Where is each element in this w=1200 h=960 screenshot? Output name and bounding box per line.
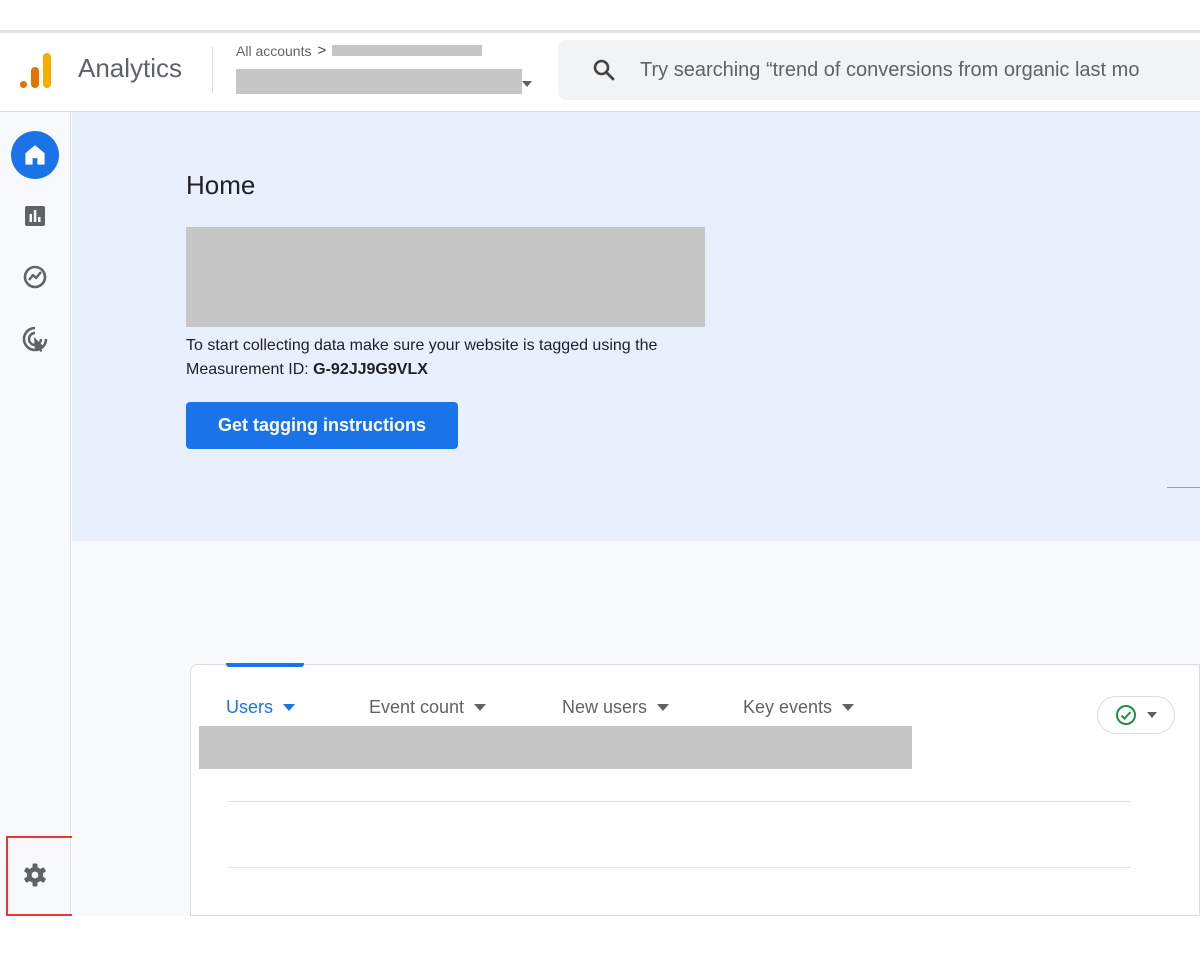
analytics-logo-icon[interactable] bbox=[18, 51, 54, 91]
ads-target-icon bbox=[22, 326, 48, 352]
main-content: Home To start collecting data make sure … bbox=[72, 112, 1200, 916]
search-bar[interactable] bbox=[558, 40, 1200, 100]
nav-reports[interactable] bbox=[11, 192, 59, 240]
brand-name: Analytics bbox=[78, 53, 183, 83]
breadcrumb-separator: > bbox=[317, 42, 327, 59]
breadcrumb: All accounts > bbox=[236, 42, 483, 59]
chevron-down-icon bbox=[522, 80, 532, 87]
metric-tab-event-count[interactable]: Event count bbox=[369, 697, 487, 718]
metrics-card: Users Event count New users Key events bbox=[190, 663, 1200, 916]
breadcrumb-all-accounts[interactable]: All accounts bbox=[236, 43, 311, 59]
caret-down-icon bbox=[283, 704, 296, 711]
metric-tab-label: Users bbox=[226, 697, 274, 717]
metric-tab-users[interactable]: Users bbox=[226, 697, 296, 718]
home-icon bbox=[25, 145, 45, 165]
redacted-account-name bbox=[332, 45, 483, 56]
caret-down-icon bbox=[1147, 712, 1157, 718]
redacted-banner-content bbox=[186, 227, 705, 327]
caret-down-icon bbox=[474, 704, 487, 711]
metric-tab-label: Key events bbox=[743, 697, 833, 717]
app-header: Analytics All accounts > bbox=[0, 33, 1200, 112]
search-input[interactable] bbox=[640, 52, 1200, 88]
metric-tab-label: New users bbox=[562, 697, 648, 717]
chart-gridline bbox=[228, 867, 1131, 868]
nav-home[interactable] bbox=[11, 131, 59, 179]
admin-settings-button[interactable] bbox=[11, 851, 59, 899]
chart-gridline bbox=[228, 801, 1131, 802]
left-nav bbox=[0, 112, 84, 916]
search-icon[interactable] bbox=[592, 58, 616, 82]
metric-tab-key-events[interactable]: Key events bbox=[743, 697, 855, 718]
property-selector[interactable] bbox=[236, 69, 532, 94]
app-window: Analytics All accounts > Try searching “… bbox=[0, 0, 1200, 960]
check-circle-icon bbox=[1116, 705, 1136, 725]
measurement-id-value: G-92JJ9G9VLX bbox=[313, 361, 428, 378]
banner-divider bbox=[1167, 487, 1200, 488]
redacted-property-name bbox=[236, 69, 522, 94]
redacted-metric-values bbox=[199, 726, 912, 769]
metric-tab-label: Event count bbox=[369, 697, 465, 717]
get-tagging-instructions-button[interactable]: Get tagging instructions bbox=[186, 402, 458, 449]
metric-tab-new-users[interactable]: New users bbox=[562, 697, 670, 718]
nav-advertising[interactable] bbox=[11, 315, 59, 363]
tagging-info-line: To start collecting data make sure your … bbox=[186, 337, 658, 354]
explore-icon bbox=[23, 265, 47, 289]
caret-down-icon bbox=[657, 704, 670, 711]
header-divider bbox=[212, 47, 213, 93]
setup-banner: Home To start collecting data make sure … bbox=[72, 112, 1200, 541]
active-tab-indicator bbox=[226, 663, 304, 667]
caret-down-icon bbox=[842, 704, 855, 711]
gear-icon bbox=[24, 863, 46, 887]
bar-chart-icon bbox=[25, 206, 45, 226]
nav-explore[interactable] bbox=[11, 253, 59, 301]
tagging-info-text: To start collecting data make sure your … bbox=[186, 334, 726, 382]
measurement-id-label: Measurement ID: bbox=[186, 361, 314, 378]
page-title: Home bbox=[186, 170, 256, 200]
data-status-dropdown[interactable] bbox=[1097, 696, 1175, 734]
